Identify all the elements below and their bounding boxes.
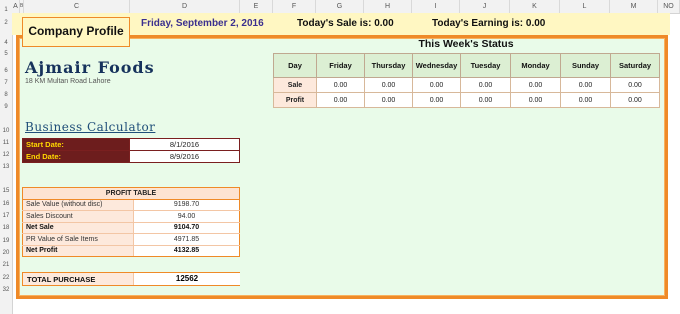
todays-sale: Today's Sale is: 0.00 (297, 18, 394, 29)
profit-row-value[interactable]: 9104.70 (133, 222, 240, 234)
row-header[interactable]: 6 (0, 68, 12, 74)
row-header[interactable]: 9 (0, 104, 12, 110)
company-profile-button[interactable]: Company Profile (22, 17, 130, 47)
column-header-a[interactable]: A (12, 0, 20, 13)
week-column-header: Sunday (560, 53, 611, 78)
row-header[interactable]: 8 (0, 92, 12, 98)
profit-table: PROFIT TABLE Sale Value (without disc) 9… (22, 187, 240, 257)
todays-earning: Today's Earning is: 0.00 (432, 18, 546, 29)
business-calculator-title: Business Calculator (25, 120, 156, 134)
row-header[interactable]: 11 (0, 140, 12, 146)
week-cell[interactable]: 0.00 (610, 92, 660, 108)
week-cell[interactable]: 0.00 (460, 77, 511, 93)
column-header-d[interactable]: D (130, 0, 240, 13)
week-column-header: Thursday (364, 53, 413, 78)
company-name: Ajmair Foods (25, 58, 155, 77)
table-row: Profit 0.00 0.00 0.00 0.00 0.00 0.00 0.0… (273, 92, 660, 108)
row-header[interactable]: 32 (0, 287, 12, 293)
total-purchase-value[interactable]: 12562 (133, 273, 240, 285)
week-row-label: Profit (273, 92, 317, 108)
row-header[interactable]: 13 (0, 164, 12, 170)
profit-row-label: Sales Discount (22, 210, 134, 223)
week-column-header: Day (273, 53, 317, 78)
week-column-header: Saturday (610, 53, 660, 78)
week-column-header: Wednesday (412, 53, 461, 78)
week-cell[interactable]: 0.00 (316, 77, 365, 93)
week-cell[interactable]: 0.00 (460, 92, 511, 108)
table-row: Net Profit 4132.85 (22, 245, 240, 257)
week-cell[interactable]: 0.00 (364, 77, 413, 93)
row-header[interactable]: 4 (0, 40, 12, 46)
profit-row-label: Net Sale (22, 222, 134, 234)
week-column-header: Friday (316, 53, 365, 78)
row-header[interactable]: 12 (0, 152, 12, 158)
week-cell[interactable]: 0.00 (364, 92, 413, 108)
row-header[interactable]: 19 (0, 238, 12, 244)
date-range-table: Start Date: 8/1/2016 End Date: 8/9/2016 (22, 138, 240, 163)
column-header-i[interactable]: I (412, 0, 460, 13)
week-cell[interactable]: 0.00 (412, 77, 461, 93)
column-header-l[interactable]: L (560, 0, 610, 13)
row-header[interactable]: 7 (0, 80, 12, 86)
table-row: Sales Discount 94.00 (22, 210, 240, 223)
start-date-label: Start Date: (22, 138, 130, 151)
week-cell[interactable]: 0.00 (316, 92, 365, 108)
row-header[interactable]: 15 (0, 188, 12, 194)
profit-row-label: PR Value of Sale Items (22, 233, 134, 246)
row-header[interactable]: 22 (0, 275, 12, 281)
profit-row-value[interactable]: 94.00 (133, 210, 240, 223)
start-date-input[interactable]: 8/1/2016 (129, 138, 240, 151)
current-date: Friday, September 2, 2016 (141, 18, 264, 29)
column-header-h[interactable]: H (364, 0, 412, 13)
table-row: Sale Value (without disc) 9198.70 (22, 199, 240, 211)
total-purchase-row: TOTAL PURCHASE 12562 (22, 272, 240, 286)
week-row-label: Sale (273, 77, 317, 93)
week-status-table: Day Friday Thursday Wednesday Tuesday Mo… (273, 53, 660, 108)
row-header[interactable]: 21 (0, 262, 12, 268)
week-cell[interactable]: 0.00 (560, 92, 611, 108)
profit-row-value[interactable]: 9198.70 (133, 199, 240, 211)
end-date-label: End Date: (22, 150, 130, 163)
row-header[interactable]: 17 (0, 213, 12, 219)
column-header-k[interactable]: K (510, 0, 560, 13)
column-header-e[interactable]: E (240, 0, 273, 13)
end-date-input[interactable]: 8/9/2016 (129, 150, 240, 163)
company-address: 18 KM Multan Road Lahore (25, 78, 111, 85)
table-row: Sale 0.00 0.00 0.00 0.00 0.00 0.00 0.00 (273, 77, 660, 93)
column-header-j[interactable]: J (460, 0, 510, 13)
column-header-c[interactable]: C (24, 0, 130, 13)
week-cell[interactable]: 0.00 (610, 77, 660, 93)
row-header[interactable]: 20 (0, 250, 12, 256)
week-status-title: This Week's Status (418, 38, 514, 50)
row-header[interactable]: 10 (0, 128, 12, 134)
column-header-m[interactable]: M (610, 0, 658, 13)
profit-row-value[interactable]: 4971.85 (133, 233, 240, 246)
profit-row-label: Net Profit (22, 245, 134, 257)
profit-table-header: PROFIT TABLE (22, 187, 240, 200)
profit-row-value[interactable]: 4132.85 (133, 245, 240, 257)
week-column-header: Monday (510, 53, 561, 78)
week-cell[interactable]: 0.00 (510, 92, 561, 108)
row-header[interactable]: 2 (0, 20, 12, 26)
column-header-bar: A B C D E F G H I J K L M NO (0, 0, 680, 14)
row-header-bar: 1 2 4 5 6 7 8 9 10 11 12 13 15 16 17 18 … (0, 7, 13, 314)
row-header[interactable]: 16 (0, 201, 12, 207)
row-header[interactable]: 1 (0, 7, 12, 13)
week-cell[interactable]: 0.00 (412, 92, 461, 108)
row-header[interactable]: 18 (0, 225, 12, 231)
week-cell[interactable]: 0.00 (510, 77, 561, 93)
column-header-g[interactable]: G (316, 0, 364, 13)
table-row: PR Value of Sale Items 4971.85 (22, 233, 240, 246)
week-column-header: Tuesday (460, 53, 511, 78)
profit-row-label: Sale Value (without disc) (22, 199, 134, 211)
total-purchase-label: TOTAL PURCHASE (27, 275, 96, 284)
column-header-f[interactable]: F (273, 0, 316, 13)
column-header-no[interactable]: NO (658, 0, 680, 13)
table-row: Net Sale 9104.70 (22, 222, 240, 234)
row-header[interactable]: 5 (0, 51, 12, 57)
week-cell[interactable]: 0.00 (560, 77, 611, 93)
